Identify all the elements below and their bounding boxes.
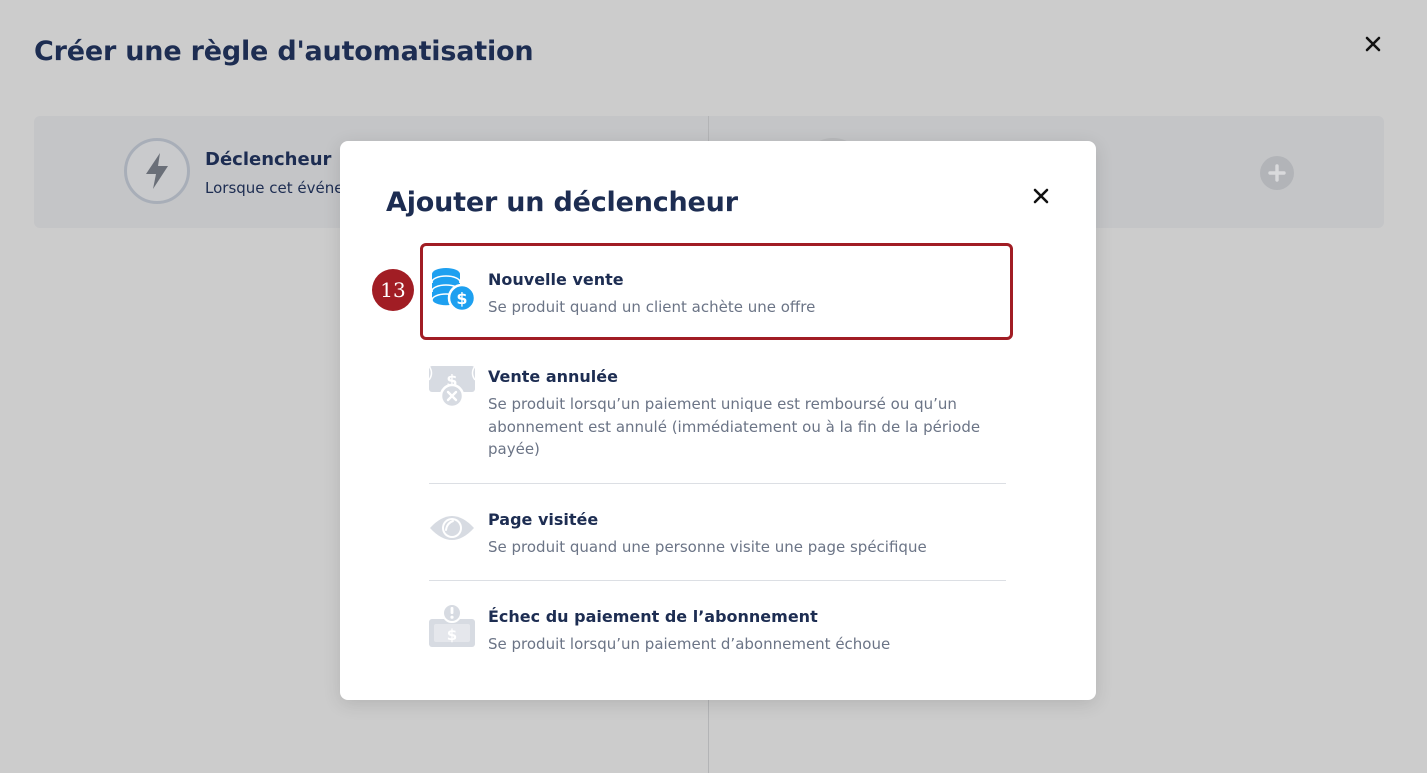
- close-icon[interactable]: [1362, 33, 1384, 55]
- option-description: Se produit lorsqu’un paiement unique est…: [488, 395, 981, 458]
- trigger-option-page-visited[interactable]: Page visitée Se produit quand une person…: [420, 506, 1012, 570]
- coins-dollar-icon: $: [428, 267, 478, 313]
- eye-icon: [428, 510, 478, 556]
- option-title: Échec du paiement de l’abonnement: [488, 607, 818, 626]
- plus-circle-icon: [1268, 164, 1286, 182]
- trigger-title: Déclencheur: [205, 149, 332, 170]
- trigger-option-sale-cancelled[interactable]: $ Vente annulée Se produit lorsqu’un pai…: [420, 363, 1012, 461]
- add-step-button[interactable]: [1260, 156, 1294, 190]
- option-description: Se produit quand un client achète une of…: [488, 298, 816, 316]
- trigger-option-subscription-payment-failed[interactable]: $ Échec du paiement de l’abonnement Se p…: [420, 603, 1012, 667]
- modal-title: Ajouter un déclencheur: [386, 187, 738, 218]
- trigger-option-new-sale[interactable]: $ Nouvelle vente Se produit quand un cli…: [420, 265, 1012, 335]
- option-divider: [429, 483, 1006, 484]
- lightning-icon[interactable]: [124, 138, 190, 204]
- cancelled-payment-icon: $: [428, 363, 478, 409]
- step-badge: 13: [372, 269, 414, 311]
- svg-text:$: $: [456, 289, 467, 308]
- option-description: Se produit lorsqu’un paiement d’abonneme…: [488, 635, 891, 653]
- payment-failed-icon: $: [428, 603, 478, 649]
- option-title: Page visitée: [488, 510, 599, 529]
- add-trigger-modal: Ajouter un déclencheur $ Nouvelle vente …: [340, 141, 1096, 700]
- close-icon[interactable]: [1030, 185, 1052, 207]
- option-title: Vente annulée: [488, 367, 618, 386]
- option-title: Nouvelle vente: [488, 270, 624, 289]
- option-description: Se produit quand une personne visite une…: [488, 538, 927, 556]
- svg-text:$: $: [447, 626, 457, 644]
- option-divider: [429, 580, 1006, 581]
- trigger-subtitle: Lorsque cet événer: [205, 179, 350, 197]
- page-title: Créer une règle d'automatisation: [34, 36, 534, 67]
